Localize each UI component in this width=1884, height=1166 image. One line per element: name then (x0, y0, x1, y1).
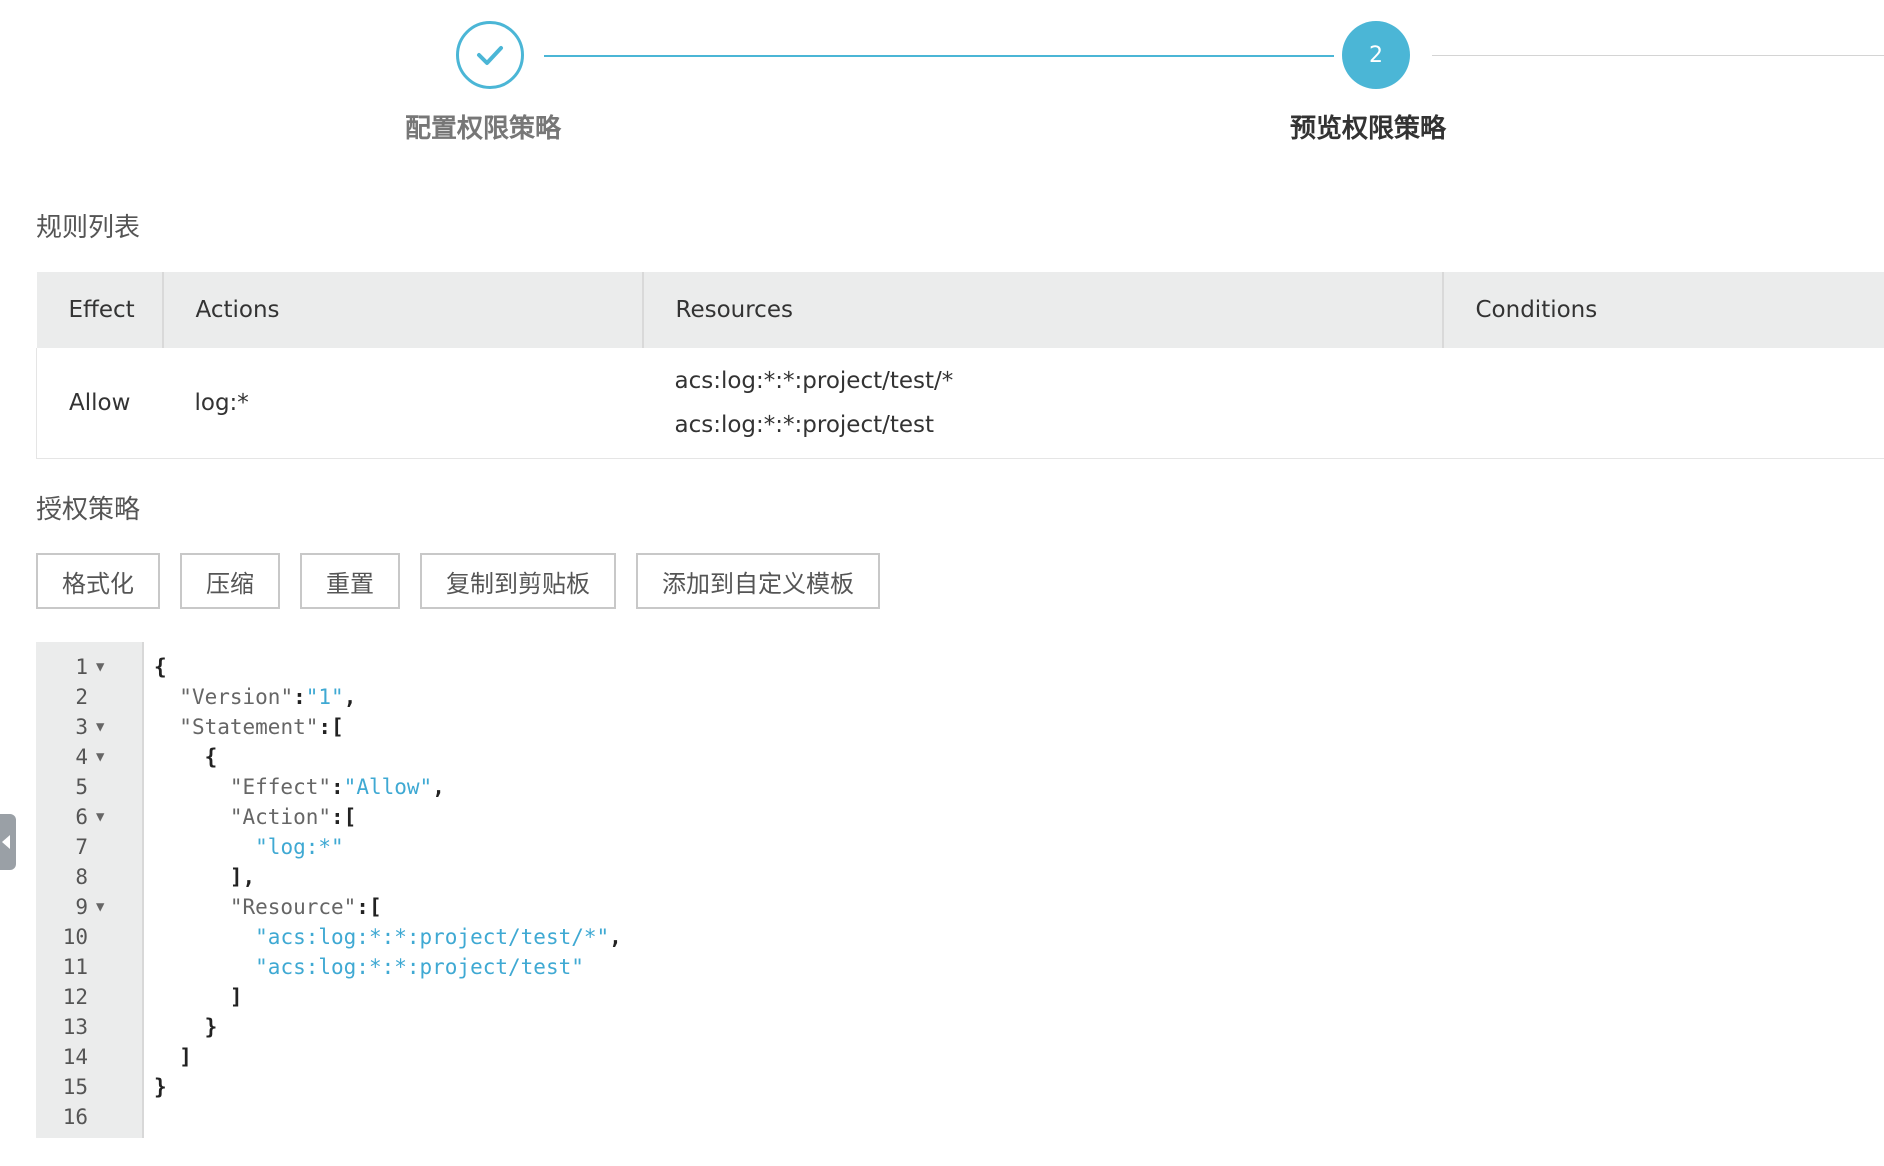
line-number: 7 (75, 835, 88, 859)
json-string: "Allow" (343, 775, 433, 799)
format-button[interactable]: 格式化 (36, 553, 160, 609)
table-header-row: Effect Actions Resources Conditions (36, 272, 1884, 348)
line-number: 13 (62, 1015, 88, 1039)
gutter-line-12: 12 (36, 982, 142, 1012)
line-number: 9 (75, 895, 88, 919)
gutter-line-5: 5 (36, 772, 142, 802)
copy-to-clipboard-button[interactable]: 复制到剪贴板 (420, 553, 616, 609)
checkmark-icon (477, 46, 503, 65)
code-line: "acs:log:*:*:project/test/*", (255, 925, 622, 949)
gutter-line-16: 16 (36, 1102, 142, 1132)
step-1-label: 配置权限策略 (405, 114, 562, 144)
code-line: ], (229, 865, 256, 889)
fold-arrow-icon[interactable]: ▼ (96, 712, 104, 742)
gutter-line-7: 7 (36, 832, 142, 862)
gutter-line-10: 10 (36, 922, 142, 952)
code-line: "Statement":[ (179, 715, 344, 739)
fold-arrow-icon[interactable]: ▼ (96, 652, 104, 682)
column-header-resources: Resources (642, 272, 1444, 348)
code-line: "acs:log:*:*:project/test" (154, 952, 622, 982)
step-connector-completed (544, 55, 1334, 57)
json-string: "1" (305, 685, 344, 709)
cell-conditions (1442, 348, 1884, 459)
code-content[interactable]: { "Version":"1", "Statement":[ { "Effect… (154, 642, 622, 1132)
gutter-line-3: 3 ▼ (36, 712, 142, 742)
gutter-line-8: 8 (36, 862, 142, 892)
fold-arrow-icon[interactable]: ▼ (96, 742, 104, 772)
line-number: 4 (75, 745, 88, 769)
reset-button[interactable]: 重置 (300, 553, 400, 609)
step-2-circle: 2 (1342, 21, 1410, 89)
code-line: "Version":"1", (179, 685, 357, 709)
column-header-actions: Actions (162, 272, 644, 348)
json-string: "acs:log:*:*:project/test" (255, 955, 584, 979)
line-number: 5 (75, 775, 88, 799)
line-number: 3 (75, 715, 88, 739)
line-number: 15 (62, 1075, 88, 1099)
step-2-label: 预览权限策略 (1290, 114, 1447, 144)
fold-arrow-icon[interactable]: ▼ (96, 892, 104, 922)
step-2-number: 2 (1369, 42, 1383, 68)
column-header-effect: Effect (36, 272, 164, 348)
json-key: "Version" (179, 685, 294, 709)
code-line: "Resource":[ (229, 895, 382, 919)
line-number: 12 (62, 985, 88, 1009)
resource-item: acs:log:*:*:project/test (674, 412, 935, 438)
editor-gutter: 1 ▼ 2 3 ▼ 4 ▼ 5 6 ▼ 7 8 9 ▼ 10 11 12 13 14 15… (36, 642, 144, 1138)
gutter-line-11: 11 (36, 952, 142, 982)
line-number: 2 (75, 685, 88, 709)
code-line: ] (179, 1045, 192, 1069)
gutter-line-13: 13 (36, 1012, 142, 1042)
json-string: "acs:log:*:*:project/test/*" (255, 925, 610, 949)
code-line: "Effect":"Allow", (229, 775, 445, 799)
line-number: 11 (62, 955, 88, 979)
step-connector-pending (1432, 55, 1884, 56)
add-to-custom-template-button[interactable]: 添加到自定义模板 (636, 553, 880, 609)
cell-effect: Allow (36, 348, 163, 459)
cell-resources: acs:log:*:*:project/test/* acs:log:*:*:p… (642, 348, 1443, 459)
step-1-check-circle (456, 21, 524, 89)
gutter-line-2: 2 (36, 682, 142, 712)
line-number: 8 (75, 865, 88, 889)
side-panel-toggle-icon[interactable] (0, 814, 16, 870)
line-number: 6 (75, 805, 88, 829)
resource-item: acs:log:*:*:project/test/* (674, 368, 954, 394)
policy-section-title: 授权策略 (36, 495, 141, 525)
json-key: "Action" (229, 805, 332, 829)
json-key: "Resource" (229, 895, 357, 919)
gutter-line-14: 14 (36, 1042, 142, 1072)
gutter-line-4: 4 ▼ (36, 742, 142, 772)
code-line: } (204, 1015, 218, 1039)
code-line: { (154, 655, 167, 679)
policy-code-editor[interactable]: 1 ▼ 2 3 ▼ 4 ▼ 5 6 ▼ 7 8 9 ▼ 10 11 12 13 14 15… (36, 642, 1884, 1138)
code-line: ] (229, 985, 243, 1009)
json-key: "Statement" (179, 715, 319, 739)
cell-actions: log:* (162, 348, 643, 459)
fold-arrow-icon[interactable]: ▼ (96, 802, 104, 832)
code-line: "log:*" (154, 832, 622, 862)
gutter-line-1: 1 ▼ (36, 652, 142, 682)
json-key: "Effect" (229, 775, 332, 799)
line-number: 10 (62, 925, 88, 949)
compress-button[interactable]: 压缩 (180, 553, 280, 609)
line-number: 14 (62, 1045, 88, 1069)
rules-table: Effect Actions Resources Conditions Allo… (36, 272, 1884, 459)
code-line: { (204, 745, 218, 769)
line-number: 16 (62, 1105, 88, 1129)
code-line: "Action":[ (229, 805, 357, 829)
gutter-line-6: 6 ▼ (36, 802, 142, 832)
line-number: 1 (75, 655, 88, 679)
json-string: "log:*" (255, 835, 344, 859)
column-header-conditions: Conditions (1442, 272, 1884, 348)
gutter-line-15: 15 (36, 1072, 142, 1102)
gutter-line-9: 9 ▼ (36, 892, 142, 922)
table-row: Allow log:* acs:log:*:*:project/test/* a… (36, 348, 1884, 459)
code-line: } (154, 1075, 167, 1099)
rules-section-title: 规则列表 (36, 213, 141, 243)
